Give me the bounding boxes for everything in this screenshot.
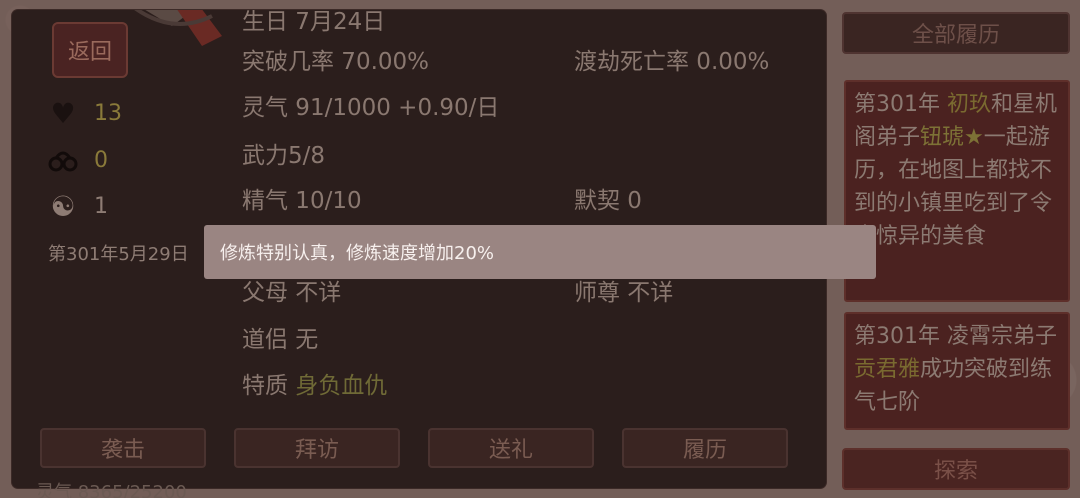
favor-value: 13	[94, 100, 122, 126]
toast-message: 修炼特别认真，修炼速度增加20%	[204, 225, 876, 279]
tacit-stat: 默契 0	[574, 188, 642, 214]
event-text: 第301年	[854, 92, 947, 117]
stat-favor: ♥ 13	[46, 96, 122, 130]
back-button[interactable]: 返回	[52, 22, 128, 78]
history-label: 履历	[682, 438, 727, 463]
trait-value: 身负血仇	[295, 373, 388, 399]
star-icon: ★	[964, 125, 984, 150]
event-name: 初玖	[947, 92, 992, 117]
karma-value: 1	[94, 193, 108, 219]
visit-button[interactable]: 拜访	[234, 428, 400, 468]
partner-info: 道侣 无	[242, 327, 319, 353]
explore-label: 探索	[933, 459, 978, 484]
visit-label: 拜访	[294, 438, 339, 463]
gift-button[interactable]: 送礼	[428, 428, 594, 468]
portrait-decoration-icon	[134, 10, 222, 46]
trait-label: 特质	[242, 373, 288, 399]
event-name: 贡君雅	[854, 357, 921, 382]
gift-label: 送礼	[488, 438, 533, 463]
essence-stat: 精气 10/10	[242, 188, 362, 214]
spirit-energy: 灵气 91/1000 +0.90/日	[242, 95, 500, 121]
action-bar: 袭击 拜访 送礼 履历	[40, 428, 788, 468]
stat-hostility: 0	[46, 143, 108, 177]
birthday-text: 生日 7月24日	[242, 10, 386, 35]
handcuffs-icon	[46, 143, 80, 177]
all-history-button[interactable]: 全部履历	[842, 12, 1070, 54]
force-stat: 武力5/8	[242, 143, 326, 169]
attack-button[interactable]: 袭击	[40, 428, 206, 468]
trait-info: 特质 身负血仇	[242, 366, 387, 400]
event-text: 第301年 凌霄宗弟子	[854, 324, 1057, 349]
bottom-spirit-text: 灵气 8365/25200	[36, 482, 187, 498]
back-button-label: 返回	[67, 40, 112, 65]
attack-label: 袭击	[100, 438, 145, 463]
event-card[interactable]: 第301年 初玖和星机阁弟子钮琥★一起游历，在地图上都找不到的小镇里吃到了令人惊…	[844, 80, 1070, 302]
current-date: 第301年5月29日	[48, 244, 189, 265]
event-card[interactable]: 第301年 凌霄宗弟子贡君雅成功突破到练气七阶	[844, 312, 1070, 430]
breakthrough-rate: 突破几率 70.00%	[242, 49, 430, 75]
heart-icon: ♥	[50, 96, 76, 130]
hostility-value: 0	[94, 147, 108, 173]
event-name: 钮琥	[920, 125, 965, 150]
toast-text: 修炼特别认真，修炼速度增加20%	[220, 243, 495, 264]
explore-button[interactable]: 探索	[842, 448, 1070, 490]
yin-yang-icon: ☯	[50, 189, 76, 223]
all-history-label: 全部履历	[911, 23, 1000, 48]
history-button[interactable]: 履历	[622, 428, 788, 468]
tribulation-rate: 渡劫死亡率 0.00%	[574, 49, 770, 75]
stat-karma: ☯ 1	[46, 189, 108, 223]
